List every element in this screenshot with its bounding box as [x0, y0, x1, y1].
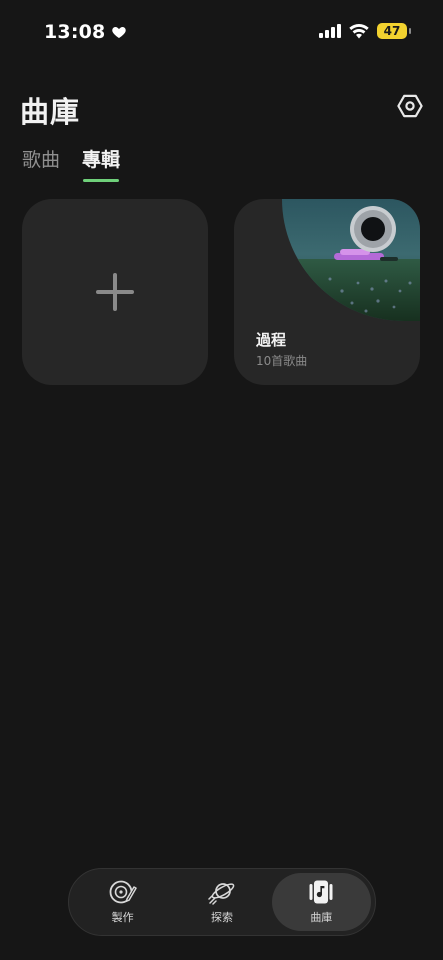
heart-icon — [112, 27, 127, 38]
active-tab-indicator — [83, 179, 120, 182]
rocket-planet-icon — [208, 883, 235, 905]
wifi-icon — [349, 23, 369, 38]
album-title: 過程 — [256, 331, 287, 349]
nav-item-library[interactable]: 曲庫 — [271, 873, 371, 931]
new-album-button[interactable] — [22, 199, 208, 385]
vinyl-pen-icon — [109, 880, 137, 904]
status-bar: 13:08 47 — [0, 0, 443, 62]
tab-songs[interactable]: 歌曲 — [22, 145, 60, 182]
cellular-signal-icon — [319, 24, 341, 38]
nav-item-explore[interactable]: 探索 — [172, 873, 271, 931]
nav-label-explore: 探索 — [210, 911, 233, 924]
status-time: 13:08 — [44, 21, 127, 43]
tab-albums[interactable]: 專輯 — [82, 145, 120, 182]
tab-albums-label: 專輯 — [82, 149, 121, 171]
app-screen: 13:08 47 曲庫 歌曲 專輯 過程 10首歌曲 製作 探索 曲庫 — [0, 0, 443, 960]
nav-item-create[interactable]: 製作 — [73, 873, 172, 931]
album-card[interactable]: 過程 10首歌曲 — [234, 199, 420, 385]
album-cover-artwork — [282, 199, 420, 321]
status-icons: 47 — [319, 23, 411, 39]
album-cover-image — [282, 199, 420, 321]
page-title: 曲庫 — [20, 95, 81, 129]
settings-button[interactable] — [395, 91, 425, 121]
battery-level: 47 — [383, 24, 401, 38]
album-song-count: 10首歌曲 — [256, 354, 308, 368]
settings-hexagon-icon — [397, 94, 423, 118]
music-library-icon — [309, 880, 333, 904]
tab-songs-label: 歌曲 — [22, 149, 61, 171]
nav-label-library: 曲庫 — [310, 911, 333, 924]
nav-label-create: 製作 — [111, 911, 134, 924]
bottom-navigation: 製作 探索 曲庫 — [68, 868, 376, 936]
time-text: 13:08 — [44, 21, 106, 43]
battery-icon: 47 — [377, 23, 411, 39]
plus-icon — [96, 273, 134, 311]
library-tabs: 歌曲 專輯 — [22, 145, 120, 182]
